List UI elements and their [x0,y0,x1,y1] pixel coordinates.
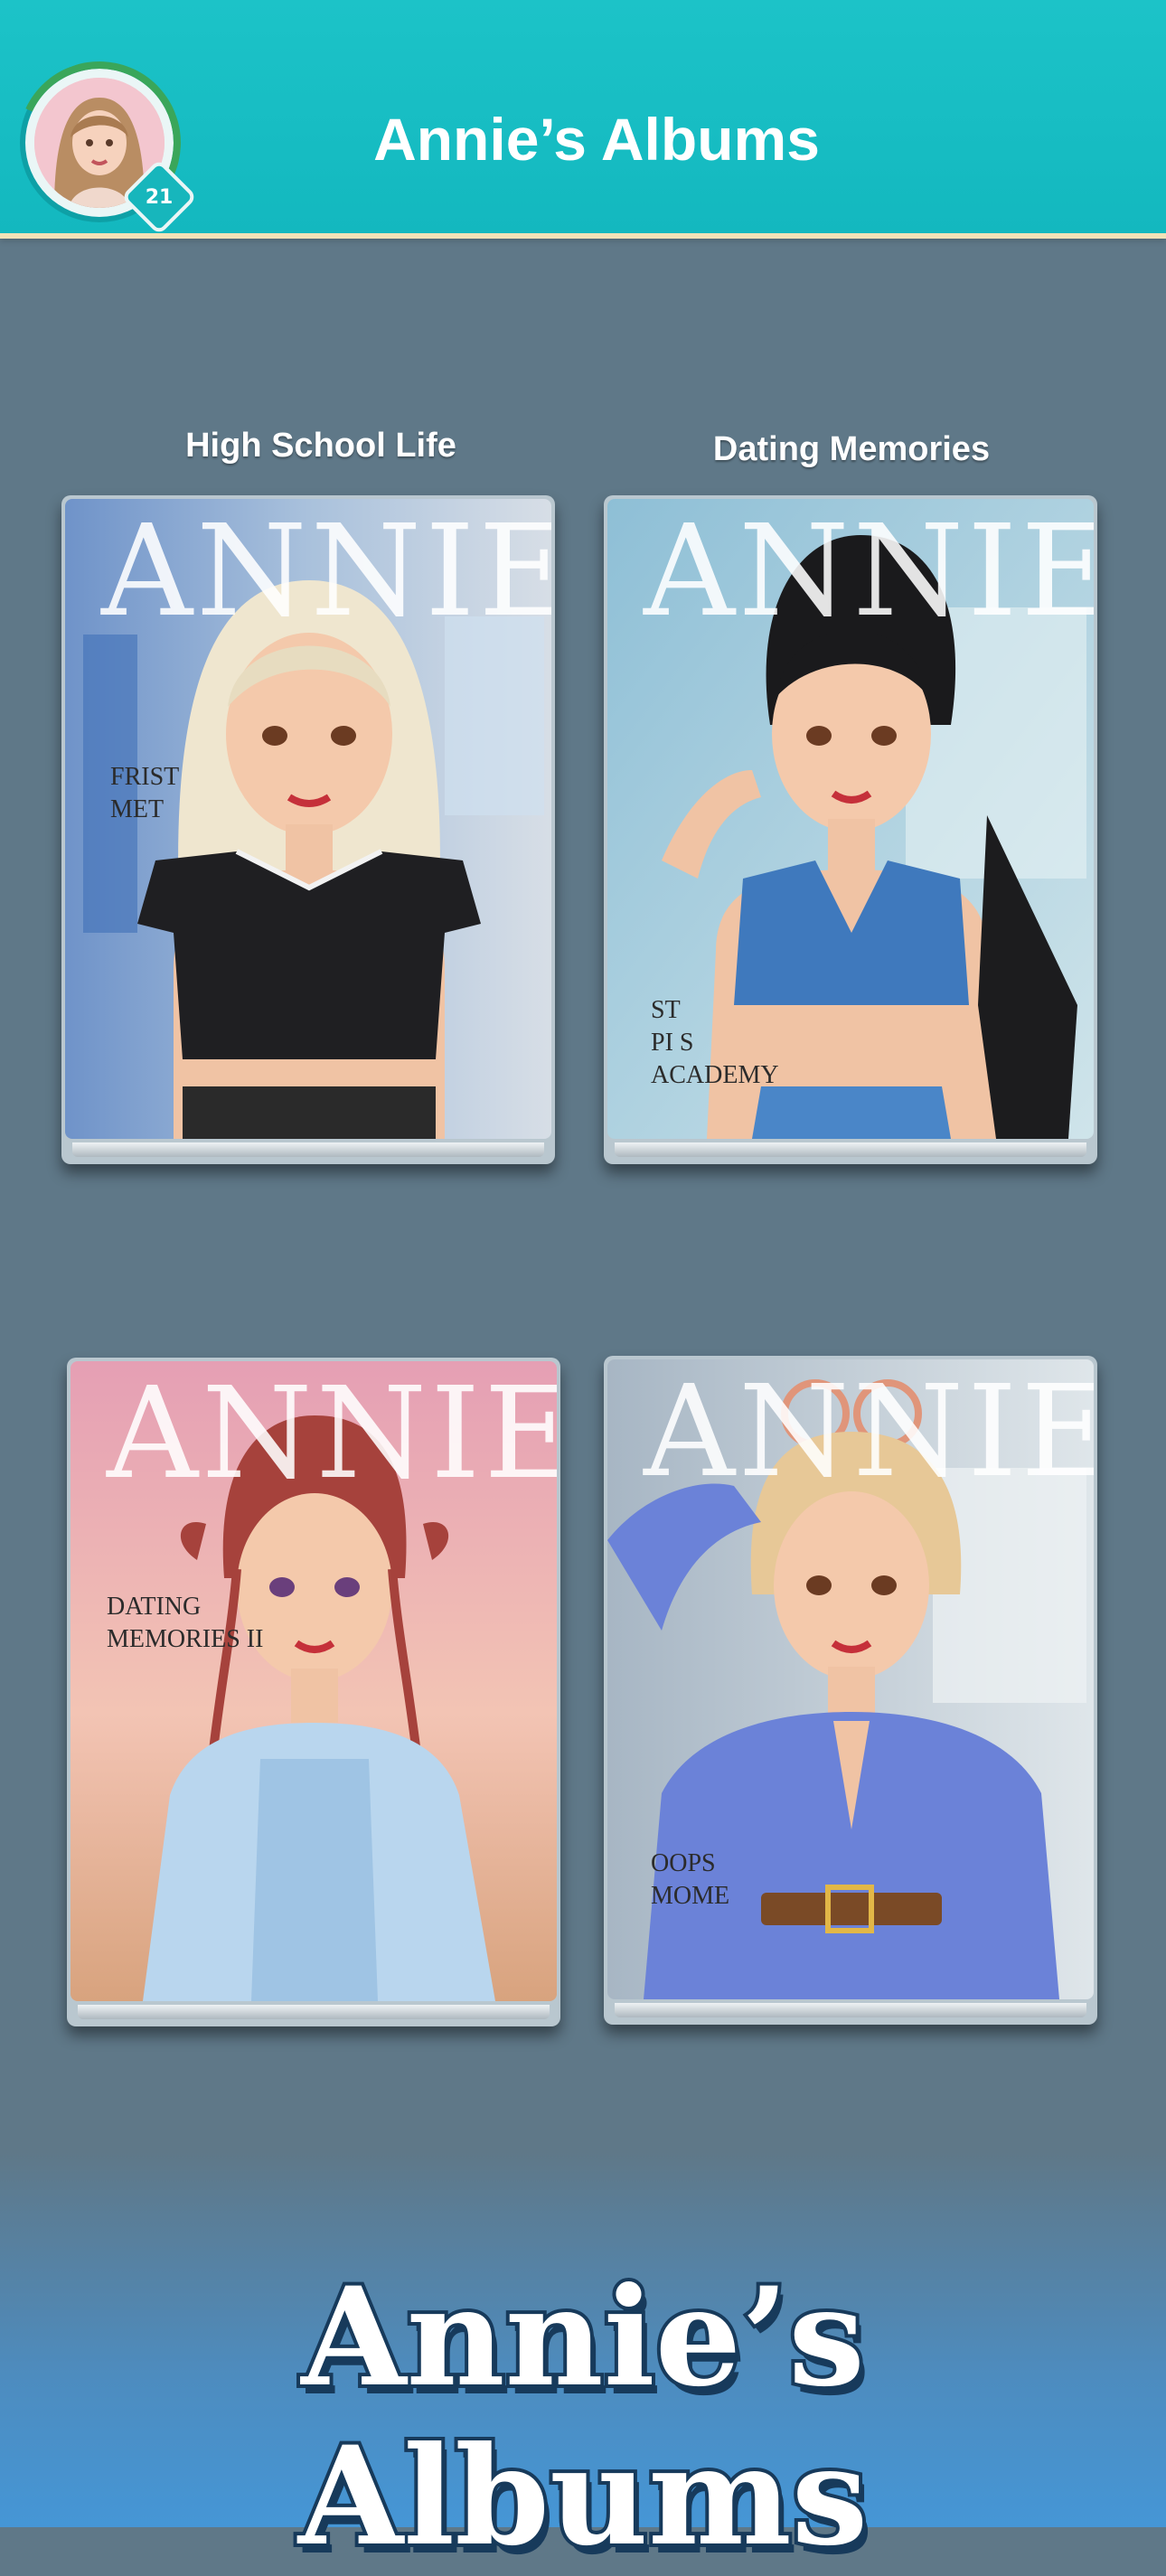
album-cover: ANNIE FRIST MET [65,499,551,1139]
cover-magazine-title: ANNIE [107,1361,557,1508]
album-pages [615,2003,1086,2017]
album-pages [72,1142,544,1157]
cover-magazine-title: ANNIE [644,499,1094,645]
cover-caption: DATING MEMORIES II [107,1593,264,1653]
album-dating-memories-ii[interactable]: ANNIE DATING MEMORIES II [67,1358,560,2026]
album-pages [78,2005,550,2019]
cover-caption: FRIST MET [110,763,180,823]
profile-avatar-button[interactable]: 21 [0,38,204,248]
cover-magazine-title: ANNIE [644,1359,1094,1506]
album-pages [615,1142,1086,1157]
album-dating-memories[interactable]: ANNIE ST PI S ACADEMY [604,495,1097,1164]
album-cover: ANNIE DATING MEMORIES II [71,1361,557,2001]
page-title: Annie’s Albums [373,106,820,173]
album-oops-moments[interactable]: ANNIE OOPS MOME [604,1356,1097,2025]
level-number: 21 [145,185,174,209]
album-high-school-life[interactable]: ANNIE FRIST MET [61,495,555,1164]
album-cover: ANNIE OOPS MOME [607,1359,1094,1999]
cover-magazine-title: ANNIE [101,499,551,645]
promo-banner-title: Annie’s Albums [295,2254,871,2576]
album-cover: ANNIE ST PI S ACADEMY [607,499,1094,1139]
cover-caption: OOPS MOME [651,1849,730,1910]
album-label-dating-memories: Dating Memories [712,430,991,468]
album-label-high-school: High School Life [185,427,456,465]
cover-caption: ST PI S ACADEMY [651,996,779,1089]
top-bar: 21 Annie’s Albums [0,0,1166,248]
